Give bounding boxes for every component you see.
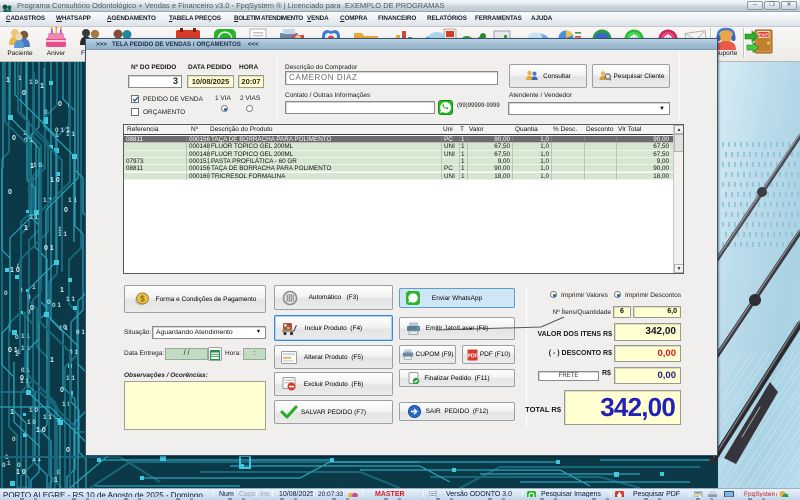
svg-text:$: $ (140, 295, 145, 304)
svg-text:0 1: 0 1 (52, 302, 61, 309)
svg-text:0: 0 (64, 207, 68, 214)
svg-text:1: 1 (50, 357, 54, 364)
svg-text:PDF: PDF (467, 353, 477, 359)
svg-text:0: 0 (12, 436, 16, 443)
svg-text:1: 1 (40, 83, 44, 90)
svg-text:0: 0 (60, 387, 64, 394)
svg-text:1: 1 (7, 460, 11, 467)
svg-text:0 1: 0 1 (44, 245, 54, 252)
svg-text:EXIT: EXIT (759, 32, 769, 37)
svg-text:0: 0 (2, 462, 6, 469)
svg-text:1 0: 1 0 (36, 427, 46, 434)
svg-text:1: 1 (10, 409, 14, 416)
svg-text:1 0: 1 0 (10, 267, 20, 274)
svg-text:0: 0 (58, 101, 62, 108)
svg-text:1: 1 (6, 77, 10, 84)
svg-text:1 1: 1 1 (66, 296, 75, 303)
svg-text:0 1: 0 1 (55, 127, 64, 134)
svg-text:1 1: 1 1 (43, 414, 52, 421)
svg-text:1: 1 (66, 127, 70, 134)
svg-text:1 1: 1 1 (68, 197, 77, 204)
svg-text:1: 1 (30, 163, 34, 170)
svg-text:1 0: 1 0 (29, 407, 38, 414)
svg-text:0: 0 (30, 305, 34, 312)
svg-text:0: 0 (17, 462, 21, 469)
svg-text:1 0: 1 0 (33, 162, 42, 169)
svg-text:1: 1 (54, 477, 58, 484)
svg-text:0: 0 (8, 189, 12, 196)
svg-text:0: 0 (20, 375, 24, 382)
svg-text:0: 0 (47, 299, 51, 306)
svg-text:1: 1 (24, 225, 28, 232)
svg-text:1 0: 1 0 (27, 419, 36, 426)
svg-text:1: 1 (60, 287, 64, 294)
svg-text:0: 0 (12, 135, 16, 142)
svg-text:0 1: 0 1 (8, 347, 18, 354)
svg-text:0: 0 (63, 324, 67, 331)
svg-text:1 0: 1 0 (50, 177, 60, 184)
svg-text:0: 0 (4, 290, 8, 297)
svg-text:0: 0 (66, 447, 70, 454)
svg-text:0: 0 (22, 90, 26, 97)
svg-text:0 1: 0 1 (76, 329, 85, 336)
svg-text:0: 0 (15, 334, 19, 341)
svg-text:1 0: 1 0 (16, 469, 26, 476)
